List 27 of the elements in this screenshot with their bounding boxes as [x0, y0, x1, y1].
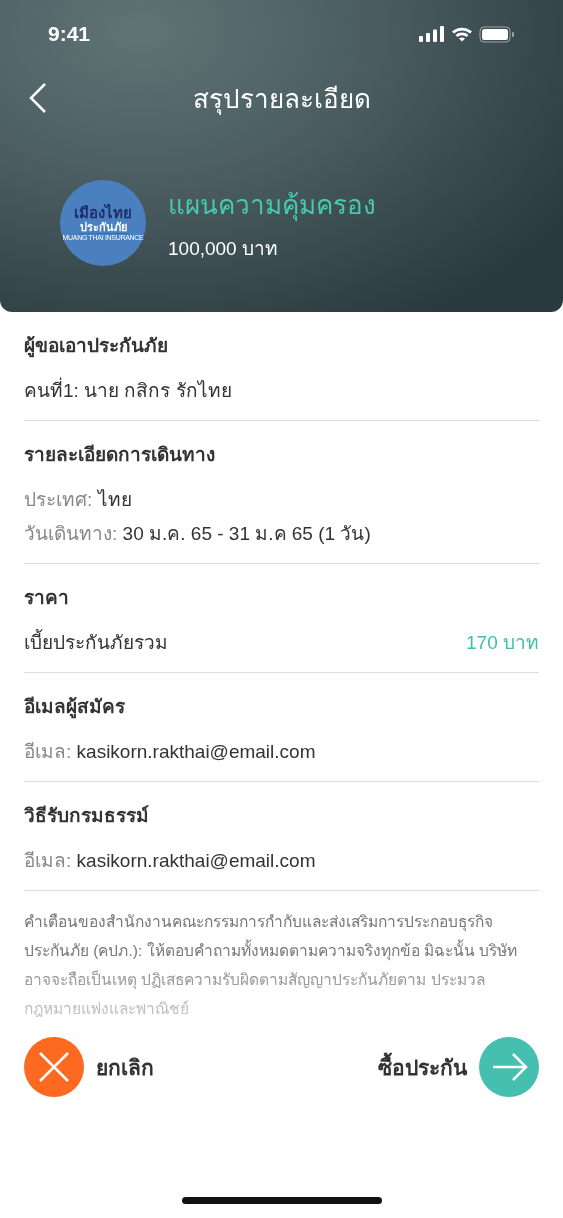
section-title: ราคา	[24, 586, 70, 610]
detail-text: อีเมล: kasikorn.rakthai@email.com	[24, 740, 316, 764]
plan-name: แผนความคุ้มครอง	[168, 188, 376, 223]
wifi-icon	[451, 26, 473, 42]
buy-button[interactable]: ซื้อประกัน	[378, 1037, 539, 1097]
back-icon[interactable]	[28, 82, 48, 114]
applicant-name: คนที่1: นาย กสิกร รักไทย	[24, 374, 232, 408]
coverage-amount: 100,000 บาท	[168, 236, 279, 261]
signal-icon	[419, 26, 445, 42]
price-label: เบี้ยประกันภัยรวม	[24, 626, 168, 660]
logo-text: ประกันภัย	[77, 221, 129, 235]
section-title: วิธีรับกรมธรรม์	[24, 804, 150, 828]
logo-text: เมืองไทย	[74, 204, 132, 221]
detail-text: อีเมล: kasikorn.rakthai@email.com	[24, 849, 316, 873]
disclaimer-text: คำเตือนของสำนักงานคณะกรรมการกำกับและส่งเสริมการประกอบธุรกิจประกันภัย (คปภ.): ให้ตอบคำถามทั้งหมดตามความจริงทุกข้อ มิฉะนั้น บริษัทอาจจะถือเป็นเหตุ ปฏิเสธความรับผิดตามสัญญาประกันภัยตาม ประมวลกฎหมายแพ่งและพาณิชย์	[24, 912, 519, 1019]
status-time: 9:41	[48, 22, 91, 46]
close-icon	[24, 1037, 84, 1097]
arrow-right-icon	[479, 1037, 539, 1097]
price-value: 170 บาท	[466, 631, 539, 655]
detail-text: วันเดินทาง: 30 ม.ค. 65 - 31 ม.ค 65 (1 วัน)	[24, 522, 371, 546]
screen-title: สรุปรายละเอียด	[191, 82, 372, 117]
section-title: อีเมลผู้สมัคร	[24, 695, 126, 721]
cancel-button[interactable]: ยกเลิก	[24, 1037, 154, 1097]
battery-icon	[479, 25, 515, 43]
section-title: ผู้ขอเอาประกันภัย	[24, 334, 169, 360]
detail-text: ประเทศ: ไทย	[24, 488, 132, 512]
section-title: รายละเอียดการเดินทาง	[24, 443, 216, 467]
